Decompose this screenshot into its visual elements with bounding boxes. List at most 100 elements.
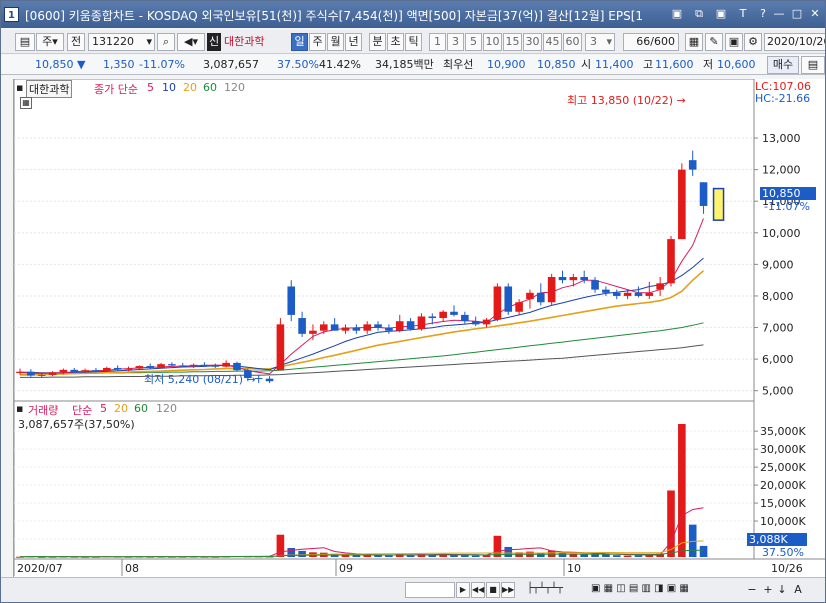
volume-bar xyxy=(699,545,708,557)
volume-bar xyxy=(634,555,643,557)
volume-ma-20[interactable]: 20 xyxy=(114,402,128,415)
stock-code-input[interactable]: 131220 ▾ xyxy=(88,33,155,51)
candle-body xyxy=(92,370,100,372)
candle-body xyxy=(233,362,241,371)
interval-15[interactable]: 15 xyxy=(503,33,522,51)
count-select[interactable]: 3 ▾ xyxy=(585,33,615,51)
scroll-right-button[interactable]: ▶ xyxy=(456,582,470,598)
candle-body xyxy=(385,327,393,331)
chevron-down-icon[interactable]: ▾ xyxy=(146,34,152,50)
interval-45[interactable]: 45 xyxy=(543,33,562,51)
grid-icon[interactable]: ▦ xyxy=(685,33,703,51)
period-month[interactable]: 월 xyxy=(327,33,344,51)
candle-body xyxy=(309,330,317,334)
period-day[interactable]: 일 xyxy=(291,33,308,51)
candle-body xyxy=(70,369,79,372)
volume-bar xyxy=(602,554,610,557)
bottom-tools-icons[interactable]: ▣ ▦ ◫ ▤ ▥ ◨ ▣ ▦ xyxy=(591,582,731,598)
copy-icon[interactable]: ⧉ xyxy=(691,6,707,22)
table-icon[interactable]: ▦ xyxy=(20,97,32,109)
zoom-out-button[interactable]: − xyxy=(745,582,759,598)
volume-ma-60[interactable]: 60 xyxy=(134,402,148,415)
search-icon[interactable]: ⌕ xyxy=(157,33,175,51)
period-second[interactable]: 초 xyxy=(387,33,404,51)
interval-1[interactable]: 1 xyxy=(429,33,446,51)
market-type-select[interactable]: 주▾ xyxy=(36,33,64,51)
save-icon[interactable]: ▣ xyxy=(713,6,729,22)
quote-ratio1: 37.50% xyxy=(277,58,319,71)
minimize-button[interactable]: — xyxy=(771,6,787,22)
x-axis-label: 10 xyxy=(567,562,581,575)
font-icon[interactable]: T xyxy=(735,6,751,22)
volume-ma-120[interactable]: 120 xyxy=(156,402,177,415)
interval-5[interactable]: 5 xyxy=(465,33,482,51)
orderbook-icon[interactable]: ▤ xyxy=(801,56,825,74)
volume-bar xyxy=(461,555,469,557)
stock-badge: 신 xyxy=(207,33,221,51)
quote-bar: 10,850 ▼ 1,350 -11.07% 3,087,657 37.50% … xyxy=(1,55,825,75)
zoom-in-button[interactable]: + xyxy=(761,582,775,598)
candle-body xyxy=(417,316,426,330)
chart-svg[interactable]: 13,00012,00011,00010,0009,0008,0007,0006… xyxy=(14,79,826,577)
price-ma-120[interactable]: 120 xyxy=(224,81,245,94)
scroll-track[interactable] xyxy=(405,582,455,598)
scroll-last-button[interactable]: ▶▶ xyxy=(501,582,515,598)
price-ma-5[interactable]: 5 xyxy=(147,81,154,94)
period-year[interactable]: 년 xyxy=(345,33,362,51)
price-ma-title[interactable]: 종가 단순 xyxy=(94,81,138,97)
date-input[interactable]: 2020/10/26 xyxy=(764,33,825,51)
volume-value: 3,087,657주(37,50%) xyxy=(18,418,135,431)
font-size-button[interactable]: A xyxy=(791,582,805,598)
period-tick[interactable]: 틱 xyxy=(405,33,422,51)
price-panel-stock-label[interactable]: 대한과학 xyxy=(26,80,73,98)
candle-body xyxy=(569,277,578,281)
interval-60[interactable]: 60 xyxy=(563,33,582,51)
volume-bar xyxy=(612,555,621,557)
buy-button[interactable]: 매수 xyxy=(767,56,799,74)
sound-icon[interactable]: ◀▾ xyxy=(177,33,205,51)
link-icon[interactable]: ▣ xyxy=(669,6,685,22)
volume-ma-5[interactable]: 5 xyxy=(100,402,107,415)
high-annotation-text: 최고 13,850 (10/22) xyxy=(567,94,674,107)
layout-icon[interactable]: ▤ xyxy=(15,33,35,51)
candle-body xyxy=(124,368,133,370)
tools-icon[interactable]: ✎ xyxy=(705,33,723,51)
zoom-slider[interactable]: ├┬┴┬┴┬ xyxy=(519,582,571,598)
candle-body xyxy=(363,324,371,331)
help-icon[interactable]: ? xyxy=(755,6,771,22)
quote-price-value: 10,850 xyxy=(35,58,74,71)
price-ma-20[interactable]: 20 xyxy=(183,81,197,94)
price-y-label: 5,000 xyxy=(762,385,794,398)
close-button[interactable]: ✕ xyxy=(807,6,823,22)
move-down-button[interactable]: ↓ xyxy=(775,582,789,598)
period-minute[interactable]: 분 xyxy=(369,33,386,51)
right-arrow-icon: → xyxy=(246,373,256,386)
prev-button[interactable]: 전 xyxy=(67,33,85,51)
interval-30[interactable]: 30 xyxy=(523,33,542,51)
price-ma-60[interactable]: 60 xyxy=(203,81,217,94)
stock-name[interactable]: 대한과학 xyxy=(224,33,288,51)
candle-body xyxy=(189,364,198,367)
maximize-button[interactable]: □ xyxy=(789,6,805,22)
volume-y-label: 15,000K xyxy=(760,497,806,510)
count-value: 3 xyxy=(590,35,597,48)
save-icon[interactable]: ▣ xyxy=(725,33,743,51)
scroll-stop-button[interactable]: ■ xyxy=(486,582,500,598)
range-input[interactable]: 66/600 xyxy=(623,33,679,51)
gear-icon[interactable]: ⚙ xyxy=(744,33,762,51)
window-number-icon[interactable]: 1 xyxy=(4,7,19,22)
scroll-first-button[interactable]: ◀◀ xyxy=(471,582,485,598)
quote-price: 10,850 ▼ xyxy=(35,56,85,74)
current-volume-tag: 3,088K xyxy=(747,533,807,546)
interval-3[interactable]: 3 xyxy=(447,33,464,51)
volume-bar xyxy=(276,534,285,557)
price-ma-10[interactable]: 10 xyxy=(162,81,176,94)
candle-body xyxy=(330,324,339,331)
chevron-down-icon[interactable]: ▾ xyxy=(606,34,612,50)
chart-area[interactable]: 13,000 12,000 11,000 10,000 9,000 8,000 7,000 6… xyxy=(13,79,826,577)
interval-10[interactable]: 10 xyxy=(483,33,502,51)
period-week[interactable]: 주 xyxy=(309,33,326,51)
volume-bar xyxy=(678,423,686,557)
candle-body xyxy=(678,169,686,240)
window-title: [0600] 키움종합차트 - KOSDAQ 외국인보유[51(천)] 주식수[… xyxy=(25,9,644,23)
